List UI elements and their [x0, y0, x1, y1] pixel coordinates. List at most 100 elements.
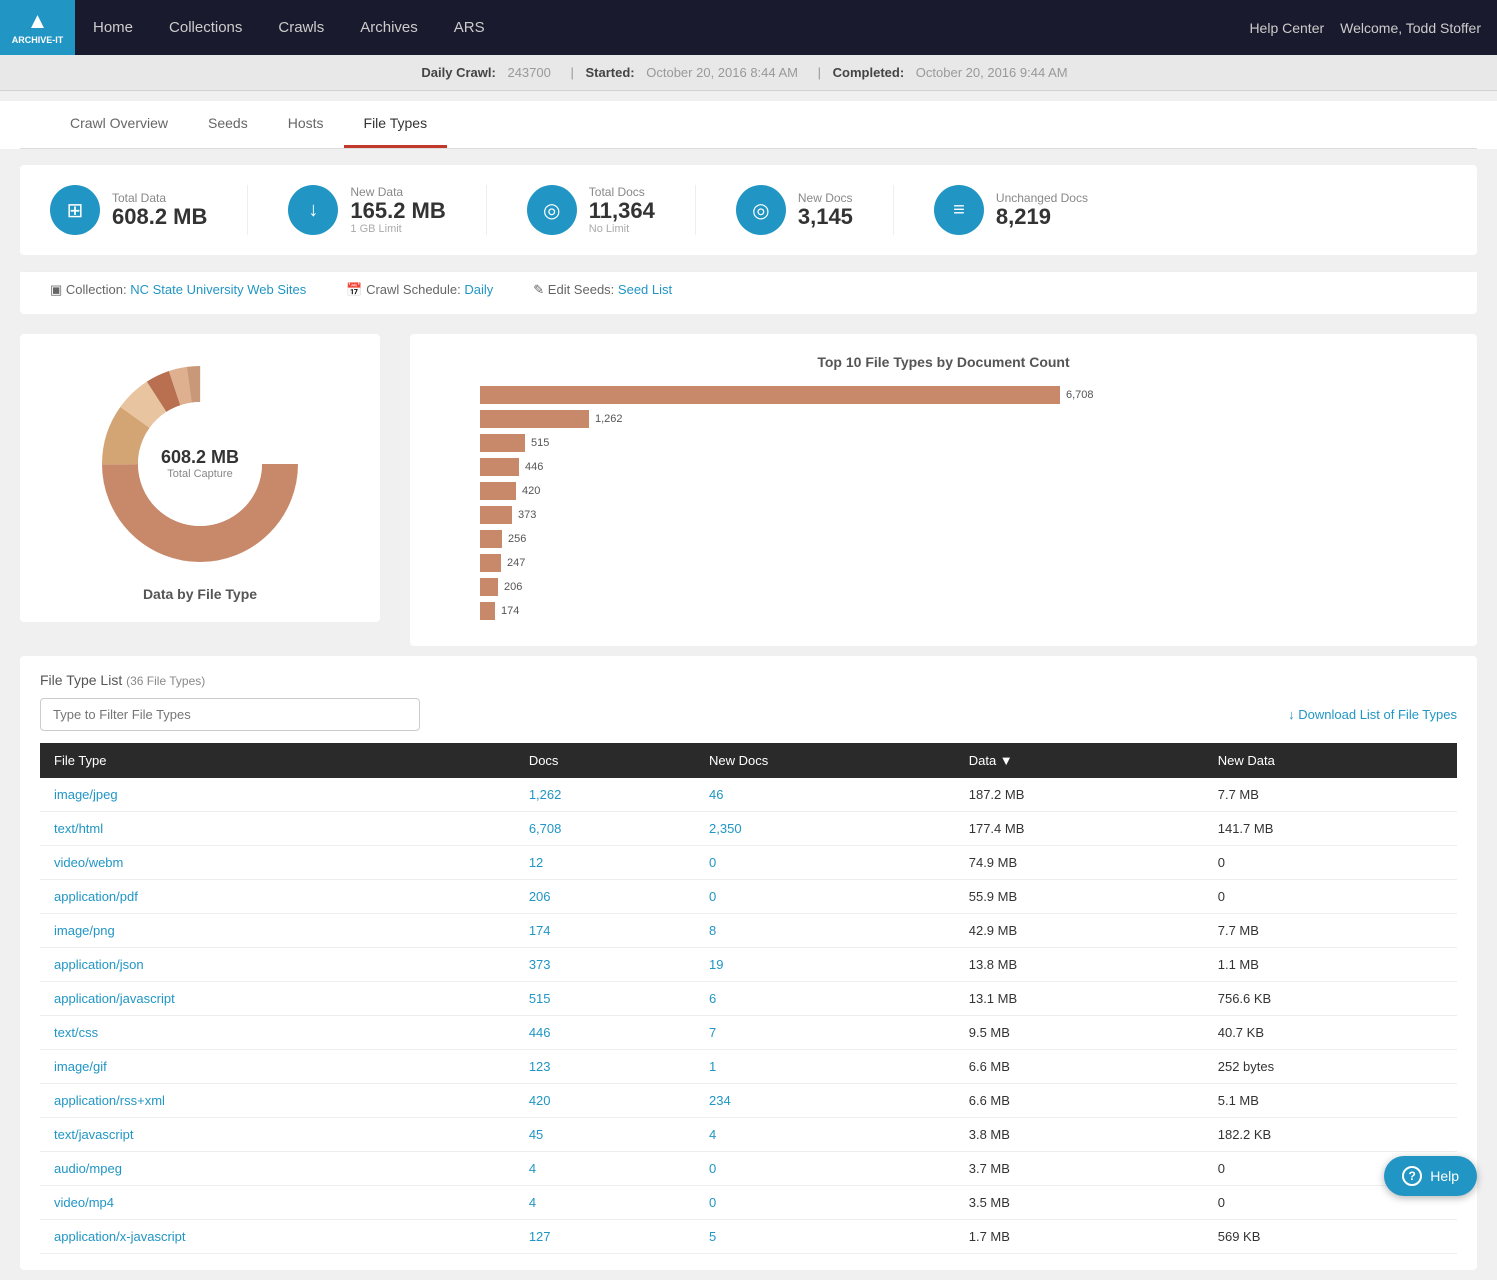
bar-row: 174	[430, 602, 1457, 620]
file-type-link[interactable]: video/webm	[54, 855, 123, 870]
file-type-link[interactable]: image/jpeg	[54, 787, 118, 802]
file-type-link[interactable]: audio/mpeg	[54, 1161, 122, 1176]
tab-hosts[interactable]: Hosts	[268, 101, 344, 148]
cell-data: 55.9 MB	[955, 880, 1204, 914]
cell-docs: 420	[515, 1084, 695, 1118]
file-type-link[interactable]: application/x-javascript	[54, 1229, 186, 1244]
started-label: Started:	[586, 65, 635, 80]
help-icon: ?	[1402, 1166, 1422, 1186]
cell-new-data: 7.7 MB	[1204, 778, 1457, 812]
table-row: application/pdf 206 0 55.9 MB 0	[40, 880, 1457, 914]
download-list-link[interactable]: ↓ Download List of File Types	[1288, 707, 1457, 722]
total-docs-sublabel: No Limit	[589, 223, 655, 235]
table-row: video/mp4 4 0 3.5 MB 0	[40, 1186, 1457, 1220]
total-docs-icon: ◎	[527, 185, 577, 235]
cell-file-type[interactable]: audio/mpeg	[40, 1152, 515, 1186]
bar-count: 256	[508, 533, 526, 545]
nav-ars[interactable]: ARS	[436, 0, 503, 55]
col-docs[interactable]: Docs	[515, 743, 695, 778]
cell-file-type[interactable]: application/javascript	[40, 982, 515, 1016]
file-type-link[interactable]: application/pdf	[54, 889, 138, 904]
bar-fill	[480, 554, 501, 572]
help-button[interactable]: ? Help	[1384, 1156, 1477, 1196]
cell-data: 3.5 MB	[955, 1186, 1204, 1220]
tab-file-types[interactable]: File Types	[344, 101, 448, 148]
unchanged-docs-value: 8,219	[996, 205, 1088, 229]
divider-1	[247, 185, 248, 235]
file-type-link[interactable]: application/json	[54, 957, 144, 972]
col-new-data[interactable]: New Data	[1204, 743, 1457, 778]
file-type-link[interactable]: text/javascript	[54, 1127, 133, 1142]
cell-file-type[interactable]: image/png	[40, 914, 515, 948]
cell-new-docs: 8	[695, 914, 955, 948]
seed-list-link[interactable]: Seed List	[618, 282, 672, 297]
bar-count: 515	[531, 437, 549, 449]
bar-fill	[480, 434, 525, 452]
file-list-title-area: File Type List (36 File Types)	[40, 672, 205, 688]
tabs-row: Crawl Overview Seeds Hosts File Types	[0, 101, 1497, 149]
divider-2	[486, 185, 487, 235]
stat-new-data: ↓ New Data 165.2 MB 1 GB Limit	[288, 185, 445, 235]
total-data-value: 608.2 MB	[112, 205, 207, 229]
cell-file-type[interactable]: application/rss+xml	[40, 1084, 515, 1118]
cell-new-docs: 234	[695, 1084, 955, 1118]
tab-crawl-overview[interactable]: Crawl Overview	[50, 101, 188, 148]
bar-chart-container: Top 10 File Types by Document Count 6,70…	[410, 334, 1477, 646]
bar-row: 256	[430, 530, 1457, 548]
stat-total-docs: ◎ Total Docs 11,364 No Limit	[527, 185, 655, 235]
file-type-table: File Type Docs New Docs Data ▼ New Data …	[40, 743, 1457, 1254]
tab-seeds[interactable]: Seeds	[188, 101, 268, 148]
cell-file-type[interactable]: application/pdf	[40, 880, 515, 914]
cell-file-type[interactable]: text/javascript	[40, 1118, 515, 1152]
bar-row: 6,708	[430, 386, 1457, 404]
file-list-count: (36 File Types)	[126, 674, 205, 688]
nav-links: Home Collections Crawls Archives ARS	[75, 0, 1249, 55]
file-type-link[interactable]: image/png	[54, 923, 115, 938]
cell-file-type[interactable]: text/html	[40, 812, 515, 846]
file-type-link[interactable]: application/rss+xml	[54, 1093, 165, 1108]
cell-file-type[interactable]: video/webm	[40, 846, 515, 880]
file-type-link[interactable]: text/css	[54, 1025, 98, 1040]
file-type-link[interactable]: video/mp4	[54, 1195, 114, 1210]
bar-row: 515	[430, 434, 1457, 452]
file-type-link[interactable]: application/javascript	[54, 991, 175, 1006]
file-type-link[interactable]: image/gif	[54, 1059, 107, 1074]
bar-fill	[480, 602, 495, 620]
new-data-icon: ↓	[288, 185, 338, 235]
cell-new-data: 141.7 MB	[1204, 812, 1457, 846]
user-menu[interactable]: Welcome, Todd Stoffer	[1340, 20, 1481, 36]
cell-file-type[interactable]: image/gif	[40, 1050, 515, 1084]
cell-file-type[interactable]: video/mp4	[40, 1186, 515, 1220]
table-body: image/jpeg 1,262 46 187.2 MB 7.7 MB text…	[40, 778, 1457, 1254]
collection-link[interactable]: NC State University Web Sites	[130, 282, 306, 297]
table-row: application/x-javascript 127 5 1.7 MB 56…	[40, 1220, 1457, 1254]
total-data-label: Total Data	[112, 191, 207, 205]
cell-file-type[interactable]: text/css	[40, 1016, 515, 1050]
bar-chart-title: Top 10 File Types by Document Count	[430, 354, 1457, 370]
table-row: image/gif 123 1 6.6 MB 252 bytes	[40, 1050, 1457, 1084]
cell-docs: 6,708	[515, 812, 695, 846]
cell-new-docs: 1	[695, 1050, 955, 1084]
filter-input[interactable]	[40, 698, 420, 731]
nav-crawls[interactable]: Crawls	[260, 0, 342, 55]
cell-file-type[interactable]: image/jpeg	[40, 778, 515, 812]
schedule-link[interactable]: Daily	[464, 282, 493, 297]
nav-collections[interactable]: Collections	[151, 0, 260, 55]
nav-home[interactable]: Home	[75, 0, 151, 55]
table-row: image/png 174 8 42.9 MB 7.7 MB	[40, 914, 1457, 948]
cell-new-data: 1.1 MB	[1204, 948, 1457, 982]
donut-value: 608.2 MB	[161, 448, 239, 468]
file-type-link[interactable]: text/html	[54, 821, 103, 836]
total-data-icon: ⊞	[50, 185, 100, 235]
file-list-header: File Type List (36 File Types)	[40, 672, 1457, 688]
cell-new-docs: 5	[695, 1220, 955, 1254]
collection-meta: ▣ Collection: NC State University Web Si…	[50, 282, 306, 298]
nav-archives[interactable]: Archives	[342, 0, 436, 55]
help-center-link[interactable]: Help Center	[1249, 20, 1324, 36]
col-data[interactable]: Data ▼	[955, 743, 1204, 778]
col-new-docs[interactable]: New Docs	[695, 743, 955, 778]
logo[interactable]: ▲ ARCHIVE-IT	[0, 0, 75, 55]
cell-file-type[interactable]: application/json	[40, 948, 515, 982]
donut-title: Data by File Type	[40, 586, 360, 602]
cell-file-type[interactable]: application/x-javascript	[40, 1220, 515, 1254]
